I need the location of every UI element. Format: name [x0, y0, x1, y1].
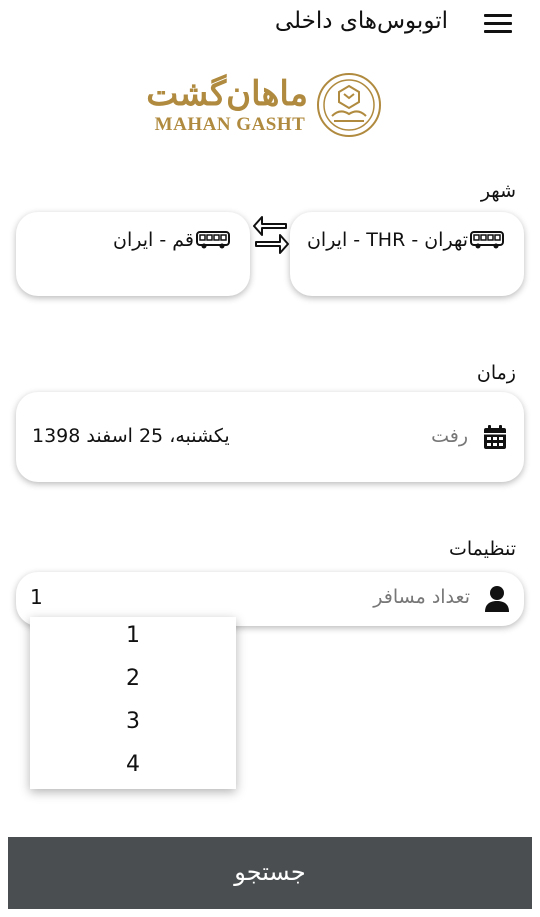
passenger-count-label: تعداد مسافر [373, 586, 470, 608]
bus-icon [196, 231, 230, 249]
departure-date-value: یکشنبه، 25 اسفند 1398 [32, 425, 230, 447]
logo-seal-icon [317, 73, 381, 137]
passenger-count-dropdown: 1 2 3 4 [30, 617, 236, 789]
dropdown-option[interactable]: 3 [30, 703, 236, 746]
city-section-label: شهر [480, 180, 516, 202]
logo-text-fa: ماهان‌گشت [146, 74, 308, 114]
destination-city-field[interactable]: قم - ایران [16, 212, 250, 296]
person-icon [485, 586, 509, 612]
bus-icon [470, 231, 504, 249]
app-header: اتوبوس‌های داخلی [0, 0, 540, 48]
dropdown-option[interactable]: 1 [30, 617, 236, 660]
brand-logo: ماهان‌گشت MAHAN GASHT [146, 70, 384, 140]
origin-city-field[interactable]: تهران - THR - ایران [290, 212, 524, 296]
departure-date-field[interactable]: رفت یکشنبه، 25 اسفند 1398 [16, 392, 524, 482]
destination-city-text: قم - ایران [113, 229, 194, 251]
origin-city-text: تهران - THR - ایران [306, 229, 468, 251]
logo-text-en: MAHAN GASHT [154, 114, 306, 135]
dropdown-option[interactable]: 2 [30, 660, 236, 703]
departure-label: رفت [431, 425, 468, 447]
search-button[interactable]: جستجو [8, 837, 532, 909]
calendar-icon [484, 425, 506, 449]
dropdown-option[interactable]: 4 [30, 746, 236, 789]
settings-section-label: تنظیمات [448, 538, 516, 560]
hamburger-menu-icon[interactable] [484, 14, 512, 34]
time-section-label: زمان [476, 362, 516, 384]
page-title: اتوبوس‌های داخلی [274, 8, 448, 34]
swap-arrows-icon[interactable] [252, 210, 290, 258]
passenger-count-value: 1 [30, 585, 43, 609]
